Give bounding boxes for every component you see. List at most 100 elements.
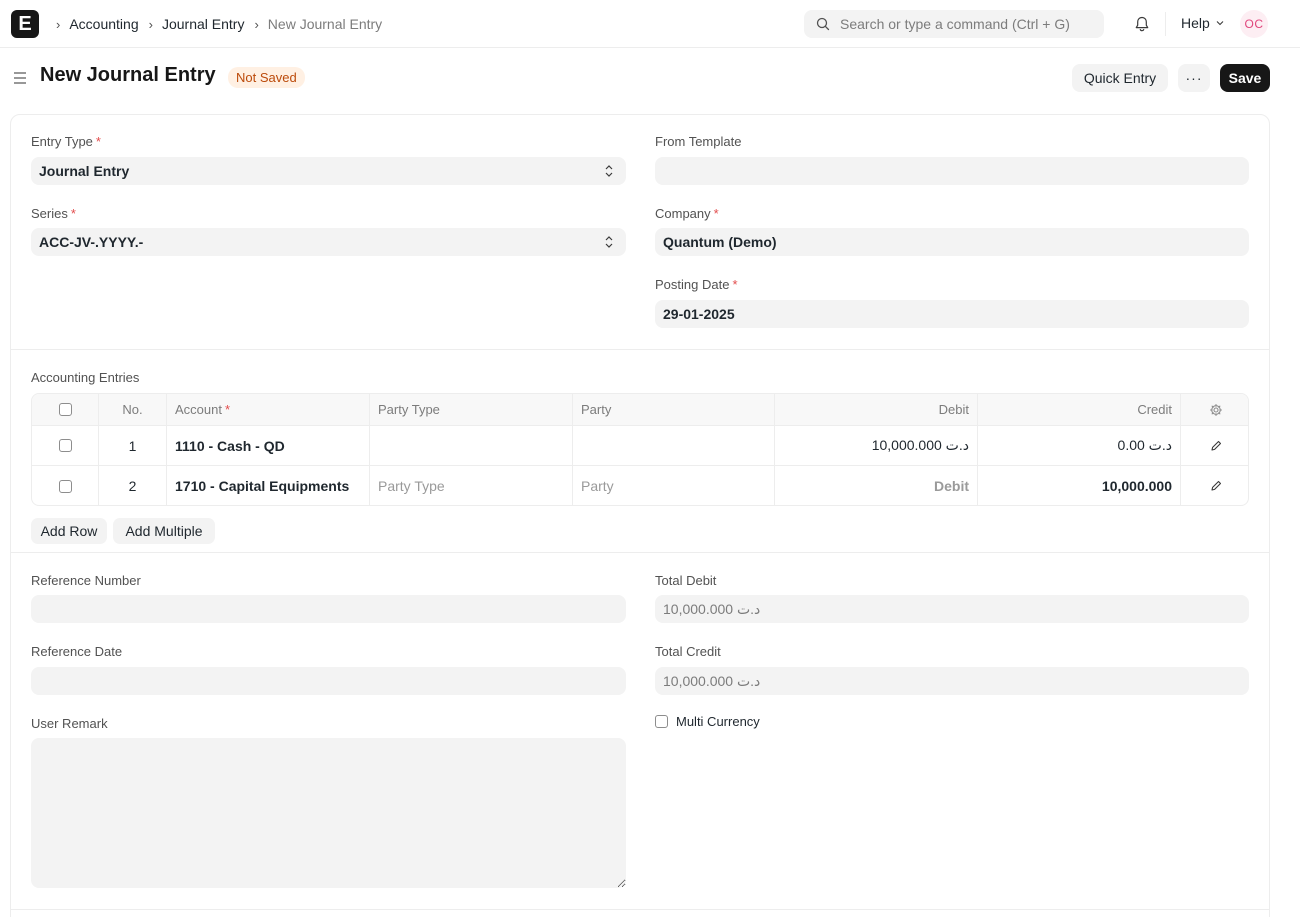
gear-icon[interactable]: [1209, 403, 1223, 417]
breadcrumb-accounting[interactable]: Accounting: [69, 16, 138, 32]
app-logo[interactable]: E: [11, 10, 39, 38]
posting-date-field[interactable]: 29-01-2025: [655, 300, 1249, 328]
row-party[interactable]: Party: [573, 466, 775, 505]
row-credit[interactable]: 10,000.000: [978, 466, 1181, 505]
section-divider: [11, 909, 1269, 910]
company-label: Company *: [655, 206, 719, 221]
select-all-cell: [32, 394, 99, 425]
top-navbar: E › Accounting › Journal Entry › New Jou…: [0, 0, 1300, 48]
total-credit-field: د.ت 10,000.000: [655, 667, 1249, 695]
user-remark-textarea[interactable]: [31, 738, 626, 888]
multi-currency-checkbox[interactable]: [655, 715, 668, 728]
series-value: ACC-JV-.YYYY.-: [39, 234, 144, 250]
row-party-type[interactable]: [370, 426, 573, 465]
add-multiple-button[interactable]: Add Multiple: [113, 518, 215, 544]
row-checkbox[interactable]: [58, 439, 72, 452]
series-select[interactable]: ACC-JV-.YYYY.-: [31, 228, 626, 256]
logo-letter: E: [18, 12, 32, 35]
col-party: Party: [573, 394, 775, 425]
from-template-label: From Template: [655, 134, 742, 149]
reference-number-field[interactable]: [31, 595, 626, 623]
company-label-text: Company: [655, 206, 711, 221]
col-party-type: Party Type: [370, 394, 573, 425]
row-select-cell: [32, 466, 99, 505]
column-settings-cell: [1181, 394, 1248, 425]
reference-number-label: Reference Number: [31, 573, 141, 588]
breadcrumb-journal-entry[interactable]: Journal Entry: [162, 16, 244, 32]
table-row[interactable]: 2 1710 - Capital Equipments Party Type P…: [32, 466, 1248, 505]
from-template-field[interactable]: [655, 157, 1249, 185]
series-label-text: Series: [31, 206, 68, 221]
status-badge: Not Saved: [228, 67, 305, 88]
chevron-right-icon: ›: [254, 16, 259, 32]
edit-icon[interactable]: [1209, 439, 1223, 453]
required-mark: *: [224, 402, 231, 417]
multi-currency-toggle[interactable]: Multi Currency: [655, 714, 760, 729]
form-card: Entry Type * Journal Entry From Template …: [10, 114, 1270, 917]
entry-type-value: Journal Entry: [39, 163, 130, 179]
accounts-table: No. Account * Party Type Party Debit Cred…: [31, 393, 1249, 506]
help-label: Help: [1181, 15, 1210, 31]
section-divider: [11, 552, 1269, 553]
search-bar[interactable]: [804, 10, 1104, 38]
row-credit[interactable]: د.ت 0.00: [978, 426, 1181, 465]
add-row-button[interactable]: Add Row: [31, 518, 107, 544]
total-credit-label: Total Credit: [655, 644, 721, 659]
required-mark: *: [95, 134, 101, 149]
row-edit-cell: [1181, 426, 1248, 465]
series-label: Series *: [31, 206, 76, 221]
chevron-right-icon: ›: [56, 16, 61, 32]
col-account: Account *: [167, 394, 370, 425]
reference-date-field[interactable]: [31, 667, 626, 695]
row-select-cell: [32, 426, 99, 465]
row-party[interactable]: [573, 426, 775, 465]
col-account-text: Account: [175, 402, 222, 417]
quick-entry-button[interactable]: Quick Entry: [1072, 64, 1168, 92]
table-row[interactable]: 1 1110 - Cash - QD د.ت 10,000.000 د.ت 0.…: [32, 426, 1248, 466]
row-edit-cell: [1181, 466, 1248, 505]
col-credit: Credit: [978, 394, 1181, 425]
total-debit-label: Total Debit: [655, 573, 717, 588]
row-debit[interactable]: Debit: [775, 466, 978, 505]
entry-type-label-text: Entry Type: [31, 134, 93, 149]
row-account[interactable]: 1710 - Capital Equipments: [167, 466, 370, 505]
required-mark: *: [713, 206, 719, 221]
row-debit[interactable]: د.ت 10,000.000: [775, 426, 978, 465]
select-arrows-icon: [605, 236, 613, 248]
chevron-down-icon: [1216, 21, 1224, 26]
search-input[interactable]: [840, 16, 1090, 32]
posting-date-label-text: Posting Date: [655, 277, 730, 292]
nav-divider: [1165, 12, 1166, 36]
bell-icon[interactable]: [1133, 15, 1151, 33]
required-mark: *: [732, 277, 738, 292]
required-mark: *: [70, 206, 76, 221]
chevron-right-icon: ›: [148, 16, 153, 32]
edit-icon[interactable]: [1209, 479, 1223, 493]
row-account[interactable]: 1110 - Cash - QD: [167, 426, 370, 465]
entry-type-select[interactable]: Journal Entry: [31, 157, 626, 185]
avatar-initials: OC: [1244, 17, 1264, 31]
posting-date-label: Posting Date *: [655, 277, 738, 292]
accounting-entries-label: Accounting Entries: [31, 370, 140, 385]
row-no: 2: [99, 466, 167, 505]
search-icon: [816, 17, 830, 31]
row-checkbox[interactable]: [58, 479, 72, 493]
table-header: No. Account * Party Type Party Debit Cred…: [32, 394, 1248, 426]
row-no: 1: [99, 426, 167, 465]
sidebar-toggle-icon[interactable]: [12, 70, 28, 86]
breadcrumb: › Accounting › Journal Entry › New Journ…: [50, 14, 382, 34]
breadcrumb-current: New Journal Entry: [267, 16, 383, 32]
more-actions-button[interactable]: ···: [1178, 64, 1210, 92]
company-field[interactable]: Quantum (Demo): [655, 228, 1249, 256]
section-divider: [11, 349, 1269, 350]
user-remark-label: User Remark: [31, 716, 108, 731]
col-debit: Debit: [775, 394, 978, 425]
avatar[interactable]: OC: [1240, 10, 1268, 38]
reference-date-label: Reference Date: [31, 644, 123, 659]
help-menu[interactable]: Help: [1181, 15, 1225, 31]
select-all-checkbox[interactable]: [58, 403, 72, 416]
row-party-type[interactable]: Party Type: [370, 466, 573, 505]
save-button[interactable]: Save: [1220, 64, 1270, 92]
select-arrows-icon: [605, 165, 613, 177]
multi-currency-label: Multi Currency: [676, 714, 760, 729]
